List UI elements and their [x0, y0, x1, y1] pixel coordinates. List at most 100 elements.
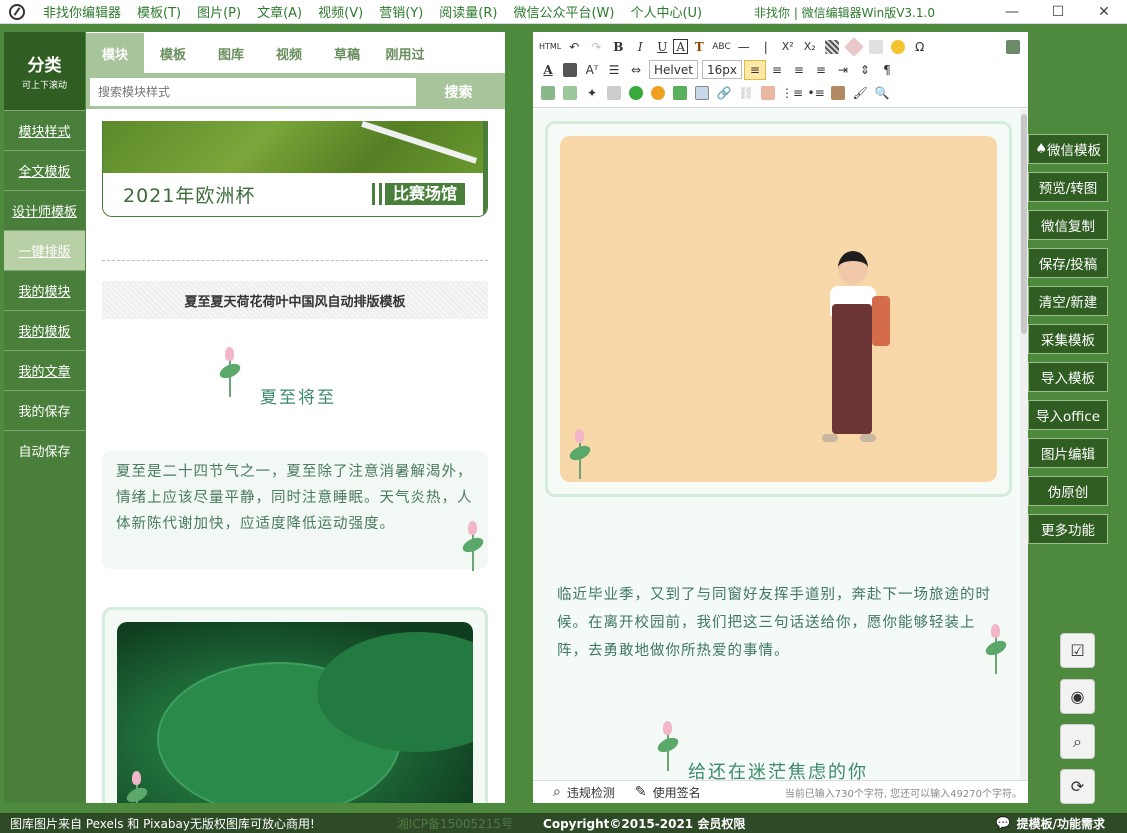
sidebar-item-my-modules[interactable]: 我的模块 — [4, 270, 85, 310]
superscript-button[interactable]: X² — [777, 37, 799, 57]
pseudo-original-button[interactable]: 伪原创 — [1028, 476, 1108, 506]
texture-icon[interactable] — [821, 37, 843, 57]
format-painter-icon[interactable]: 🖌 — [849, 83, 871, 103]
import-template-button[interactable]: 导入模板 — [1028, 362, 1108, 392]
graduation-image-card[interactable] — [545, 121, 1012, 497]
sidebar-item-full-template[interactable]: 全文模板 — [4, 150, 85, 190]
clear-new-button[interactable]: 清空/新建 — [1028, 286, 1108, 316]
search-replace-icon[interactable]: 🔍 — [871, 83, 893, 103]
line-height-icon[interactable]: ☰ — [603, 60, 625, 80]
menu-template[interactable]: 模板(T) — [129, 2, 189, 21]
zoom-icon[interactable]: ⌕ — [1060, 724, 1095, 759]
fullscreen-icon[interactable] — [1002, 37, 1024, 57]
tab-templates[interactable]: 模板 — [144, 33, 202, 73]
close-button[interactable]: ✕ — [1081, 0, 1127, 24]
redo-icon[interactable]: ↷ — [585, 37, 607, 57]
letter-spacing-icon[interactable]: ⇔ — [625, 60, 647, 80]
link-icon[interactable]: 🔗 — [713, 83, 735, 103]
library-search-button[interactable]: 搜索 — [416, 78, 501, 106]
save-submit-button[interactable]: 保存/投稿 — [1028, 248, 1108, 278]
template-name[interactable]: 夏至夏天荷花荷叶中国风自动排版模板 — [102, 281, 488, 319]
wechat-copy-button[interactable]: 微信复制 — [1028, 210, 1108, 240]
menu-image[interactable]: 图片(P) — [189, 2, 249, 21]
italic-button[interactable]: I — [629, 37, 651, 57]
image-frame-icon[interactable] — [757, 83, 779, 103]
subscript-button[interactable]: X₂ — [799, 37, 821, 57]
menu-user-center[interactable]: 个人中心(U) — [622, 2, 710, 21]
horizontal-rule-button[interactable]: — — [733, 37, 755, 57]
menu-article[interactable]: 文章(A) — [249, 2, 310, 21]
maximize-button[interactable]: ☐ — [1035, 0, 1081, 24]
magic-icon[interactable]: ✦ — [581, 83, 603, 103]
play-video-icon[interactable] — [625, 83, 647, 103]
underline-button[interactable]: U — [651, 37, 673, 57]
feedback-link[interactable]: 💬 提模板/功能需求 — [996, 815, 1105, 832]
eraser-icon[interactable] — [843, 36, 865, 57]
editor-scrollbar-thumb[interactable] — [1021, 114, 1027, 334]
strikethrough-button[interactable]: ABC — [710, 37, 732, 57]
collect-template-button[interactable]: 采集模板 — [1028, 324, 1108, 354]
tab-drafts[interactable]: 草稿 — [318, 33, 376, 73]
insert-image-multi-icon[interactable] — [559, 83, 581, 103]
font-color-a-icon[interactable]: A — [537, 60, 559, 80]
summer-text-box[interactable]: 夏至是二十四节气之一，夏至除了注意消暑解渴外，情绪上应该尽量平静，同时注意睡眠。… — [102, 451, 488, 569]
undo-icon[interactable]: ↶ — [563, 37, 585, 57]
wechat-template-button[interactable]: ♠ 微信模板 — [1028, 134, 1108, 164]
menu-marketing[interactable]: 营销(Y) — [371, 2, 431, 21]
editor-content[interactable]: 临近毕业季，又到了与同窗好友挥手道别，奔赴下一场旅途的时候。在离开校园前，我们把… — [533, 109, 1028, 780]
indent-icon[interactable]: ⇥ — [832, 60, 854, 80]
library-list[interactable]: 2021年欧洲杯 比赛场馆 夏至夏天荷花荷叶中国风自动排版模板 夏至将至 夏至是… — [86, 121, 505, 803]
table-icon[interactable] — [691, 83, 713, 103]
image-edit-button[interactable]: 图片编辑 — [1028, 438, 1108, 468]
unlink-icon[interactable]: ⛓ — [735, 83, 757, 103]
font-size-select[interactable]: 16px — [701, 60, 742, 79]
library-search-input[interactable] — [90, 78, 416, 106]
music-icon[interactable] — [647, 83, 669, 103]
euro-cup-module[interactable]: 2021年欧洲杯 比赛场馆 — [102, 121, 488, 217]
clear-format-icon[interactable] — [865, 37, 887, 57]
sidebar-item-designer-template[interactable]: 设计师模板 — [4, 190, 85, 230]
sidebar-item-my-articles[interactable]: 我的文章 — [4, 350, 85, 390]
minimize-button[interactable]: — — [989, 0, 1035, 24]
html-source-button[interactable]: HTML — [537, 37, 563, 57]
font-color-button[interactable]: T — [688, 37, 710, 57]
unordered-list-icon[interactable]: •≡ — [805, 83, 827, 103]
screenshot-icon[interactable] — [603, 83, 625, 103]
vertical-align-icon[interactable]: ⇕ — [854, 60, 876, 80]
special-char-button[interactable]: Ω — [909, 37, 931, 57]
calendar-icon[interactable]: ☑ — [1060, 633, 1095, 668]
tab-modules[interactable]: 模块 — [86, 33, 144, 73]
menu-reads[interactable]: 阅读量(R) — [431, 2, 505, 21]
tab-recent[interactable]: 刚用过 — [376, 33, 434, 73]
signature-button[interactable]: ✎ 使用签名 — [635, 784, 701, 801]
menu-wechat-platform[interactable]: 微信公众平台(W) — [505, 2, 622, 21]
menu-video[interactable]: 视频(V) — [310, 2, 371, 21]
paragraph-spacing-icon[interactable]: ¶ — [876, 60, 898, 80]
insert-image-icon[interactable] — [537, 83, 559, 103]
font-size-adjust-icon[interactable]: Aᵀ — [581, 60, 603, 80]
tab-video[interactable]: 视频 — [260, 33, 318, 73]
sidebar-item-auto-layout[interactable]: 一键排版 — [4, 230, 85, 270]
tab-gallery[interactable]: 图库 — [202, 33, 260, 73]
footer-icp[interactable]: 湘ICP备15005215号 — [397, 815, 513, 832]
bg-color-icon[interactable] — [559, 60, 581, 80]
align-center-icon[interactable]: ≡ — [766, 60, 788, 80]
sidebar-item-my-saves[interactable]: 我的保存 — [4, 390, 85, 430]
refresh-icon[interactable]: ⟳ — [1060, 769, 1095, 804]
align-right-icon[interactable]: ≡ — [788, 60, 810, 80]
violation-check-button[interactable]: ⌕ 违规检测 — [553, 784, 615, 801]
ordered-list-icon[interactable]: ⋮≡ — [779, 83, 805, 103]
font-family-select[interactable]: Helvet — [649, 60, 698, 79]
paste-icon[interactable] — [827, 83, 849, 103]
align-justify-icon[interactable]: ≡ — [810, 60, 832, 80]
menu-home[interactable]: 非找你编辑器 — [35, 2, 129, 21]
emoji-icon[interactable] — [887, 37, 909, 57]
sidebar-item-auto-save[interactable]: 自动保存 — [4, 430, 85, 470]
lotus-leaf-image-card[interactable] — [102, 607, 488, 803]
sidebar-item-module-style[interactable]: 模块样式 — [4, 110, 85, 150]
import-office-button[interactable]: 导入office — [1028, 400, 1108, 430]
graduation-text-box[interactable]: 临近毕业季，又到了与同窗好友挥手道别，奔赴下一场旅途的时候。在离开校园前，我们把… — [545, 575, 1012, 675]
align-left-icon[interactable]: ≡ — [743, 59, 766, 80]
bold-button[interactable]: B — [607, 37, 629, 57]
font-border-button[interactable]: A — [673, 39, 689, 54]
